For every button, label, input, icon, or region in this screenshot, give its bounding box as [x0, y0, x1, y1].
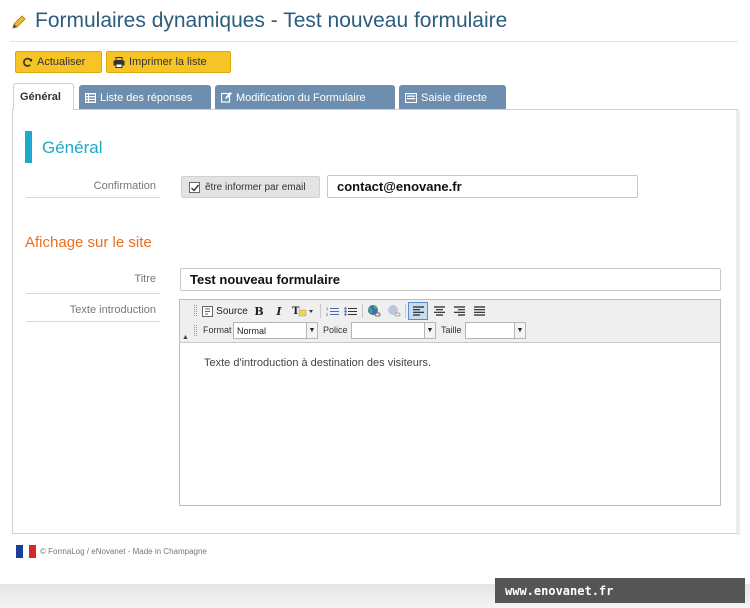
- format-label: Format: [203, 325, 232, 335]
- align-right-icon: [453, 306, 465, 316]
- edit-icon: [221, 92, 232, 103]
- align-center-button[interactable]: [430, 303, 448, 319]
- section-title-display: Afichage sur le site: [25, 234, 152, 251]
- refresh-button-label: Actualiser: [37, 56, 86, 68]
- font-label: Police: [323, 325, 348, 335]
- rich-text-editor: Source B I T 12 Format Normal ▼ Police ▼…: [179, 299, 721, 506]
- title-field[interactable]: Test nouveau formulaire: [180, 268, 721, 291]
- align-justify-button[interactable]: [470, 303, 488, 319]
- tab-general[interactable]: Général: [13, 83, 74, 110]
- bullet-list-button[interactable]: [342, 303, 358, 319]
- font-select[interactable]: ▼: [351, 322, 436, 339]
- svg-text:2: 2: [326, 312, 329, 317]
- format-select-value: Normal: [237, 325, 267, 336]
- print-list-button[interactable]: Imprimer la liste: [106, 51, 231, 73]
- footer: © FormaLog / eNovanet - Made in Champagn…: [16, 545, 207, 558]
- numbered-list-icon: 12: [326, 306, 339, 317]
- align-left-button[interactable]: [408, 302, 428, 320]
- header-divider: [10, 41, 738, 42]
- title-label-underline: [26, 293, 160, 294]
- align-left-icon: [412, 306, 424, 316]
- page-header: Formulaires dynamiques - Test nouveau fo…: [0, 0, 750, 42]
- tab-responses[interactable]: Liste des réponses: [79, 85, 211, 110]
- link-globe-icon: [367, 305, 380, 317]
- source-button[interactable]: Source: [201, 303, 249, 319]
- source-button-label: Source: [216, 305, 248, 317]
- confirmation-label: Confirmation: [93, 180, 156, 192]
- tab-modify-label: Modification du Formulaire: [236, 91, 366, 104]
- text-style-icon: T: [292, 306, 313, 317]
- text-style-button[interactable]: T: [291, 303, 315, 319]
- toolbar-grip: [194, 305, 197, 316]
- toolbar-collapse-icon[interactable]: ▲: [182, 334, 189, 341]
- align-justify-icon: [473, 306, 485, 316]
- form-icon: [405, 92, 417, 103]
- page-title: Formulaires dynamiques - Test nouveau fo…: [35, 9, 508, 32]
- size-select[interactable]: ▼: [465, 322, 526, 339]
- chevron-down-icon: ▼: [424, 323, 435, 338]
- site-watermark: www.enovanet.fr: [495, 578, 745, 603]
- printer-icon: [113, 56, 125, 68]
- tab-direct-label: Saisie directe: [421, 91, 488, 104]
- tab-modify-form[interactable]: Modification du Formulaire: [215, 85, 395, 110]
- intro-label: Texte introduction: [69, 304, 156, 316]
- align-center-icon: [433, 306, 445, 316]
- insert-link-button[interactable]: [365, 303, 382, 319]
- chevron-down-icon: ▼: [514, 323, 525, 338]
- refresh-icon: [23, 57, 33, 67]
- list-icon: [85, 92, 96, 103]
- email-notify-toggle[interactable]: être informer par email: [181, 176, 320, 198]
- toolbar-separator: [362, 304, 363, 318]
- numbered-list-button[interactable]: 12: [324, 303, 340, 319]
- confirmation-label-underline: [26, 197, 160, 198]
- print-button-label: Imprimer la liste: [129, 56, 207, 68]
- tab-general-label: Général: [20, 91, 61, 103]
- remove-link-button[interactable]: [385, 303, 402, 319]
- footer-credits: © FormaLog / eNovanet - Made in Champagn…: [40, 547, 207, 556]
- email-notify-label: être informer par email: [205, 181, 306, 193]
- format-select[interactable]: Normal ▼: [233, 322, 318, 339]
- section-accent-bar: [25, 131, 32, 163]
- source-icon: [202, 305, 214, 317]
- tab-direct-entry[interactable]: Saisie directe: [399, 85, 506, 110]
- align-right-button[interactable]: [450, 303, 468, 319]
- toolbar-grip-2: [194, 325, 197, 336]
- panel-shadow: [736, 110, 740, 535]
- email-field[interactable]: contact@enovane.fr: [327, 175, 638, 198]
- title-label: Titre: [134, 273, 156, 285]
- email-notify-checkbox[interactable]: [189, 181, 200, 193]
- checkmark-icon: [191, 184, 200, 192]
- italic-button[interactable]: I: [272, 303, 286, 319]
- section-title-general: Général: [42, 138, 103, 157]
- size-label: Taille: [441, 325, 462, 335]
- refresh-button[interactable]: Actualiser: [15, 51, 102, 73]
- unlink-globe-icon: [387, 305, 400, 317]
- editor-toolbar: Source B I T 12 Format Normal ▼ Police ▼…: [180, 300, 720, 343]
- editor-content[interactable]: Texte d'introduction à destination des v…: [204, 357, 431, 369]
- svg-text:1: 1: [326, 306, 329, 311]
- intro-label-underline: [26, 321, 160, 322]
- toolbar-separator: [405, 304, 406, 318]
- chevron-down-icon: ▼: [306, 323, 317, 338]
- bullet-list-icon: [343, 306, 357, 316]
- bold-button[interactable]: B: [252, 303, 266, 319]
- french-flag-icon: [16, 545, 37, 558]
- tab-responses-label: Liste des réponses: [100, 91, 193, 104]
- toolbar-separator: [320, 304, 321, 318]
- pencil-icon: [11, 14, 27, 30]
